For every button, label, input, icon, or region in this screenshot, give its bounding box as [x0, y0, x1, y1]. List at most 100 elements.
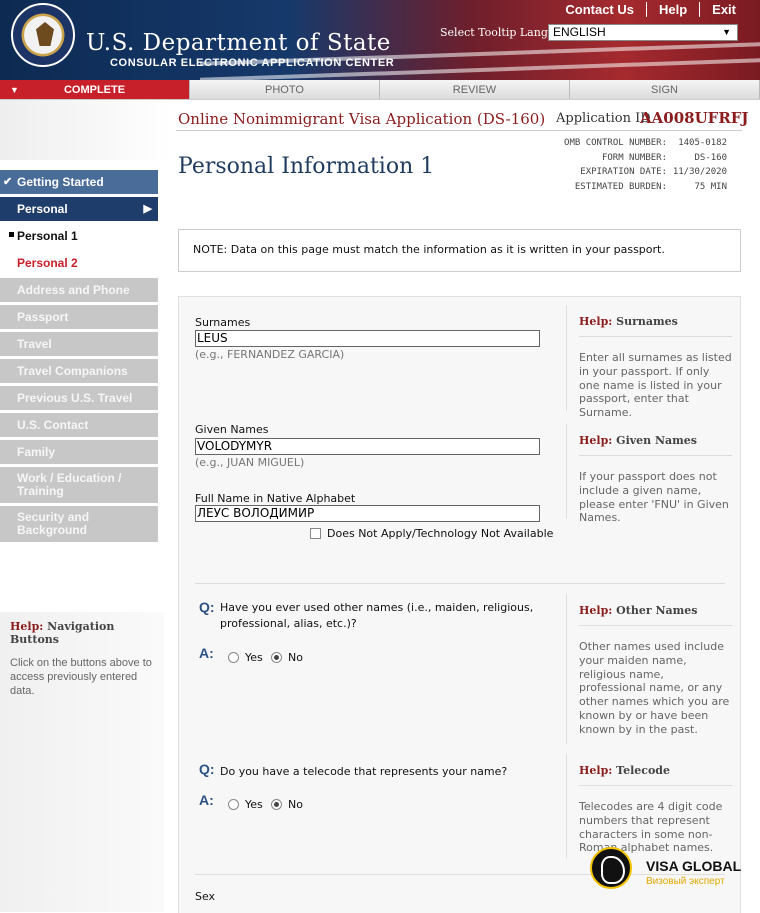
- help-title: Telecode: [616, 764, 670, 777]
- tooltip-language-select[interactable]: ENGLISH ▼: [548, 24, 738, 41]
- surnames-label: Surnames: [195, 316, 251, 329]
- question-marker: Q:: [199, 761, 215, 777]
- help-telecode: Help: Telecode Telecodes are 4 digit cod…: [566, 754, 732, 858]
- native-name-input[interactable]: ЛЕУС ВОЛОДИМИР: [195, 505, 540, 522]
- surnames-example: (e.g., FERNANDEZ GARCIA): [195, 348, 345, 361]
- radio-label: No: [288, 651, 303, 664]
- dropdown-arrow-icon: ▼: [722, 27, 731, 37]
- help-prefix: Help:: [579, 434, 613, 447]
- sidebar-item-personal[interactable]: Personal ▶: [0, 197, 158, 221]
- omb-key: FORM NUMBER:: [601, 152, 667, 163]
- tab-sign[interactable]: SIGN: [570, 80, 760, 99]
- omb-value: 11/30/2020: [672, 167, 727, 177]
- given-names-example: (e.g., JUAN MIGUEL): [195, 456, 305, 469]
- sidebar-item-family[interactable]: Family: [0, 440, 158, 464]
- sidebar-item-passport[interactable]: Passport: [0, 305, 158, 329]
- chevron-right-icon: ▶: [143, 203, 152, 215]
- contact-us-link[interactable]: Contact Us: [553, 2, 646, 17]
- sidebar-item-personal-2[interactable]: Personal 2: [0, 251, 158, 275]
- help-prefix: Help:: [579, 315, 613, 328]
- help-heading: Help: Navigation Buttons: [10, 620, 154, 646]
- help-text: Enter all surnames as listed in your pas…: [579, 351, 732, 420]
- passport-note: NOTE: Data on this page must match the i…: [178, 229, 741, 272]
- omb-key: EXPIRATION DATE:: [580, 167, 667, 177]
- caret-down-icon: ▼: [10, 85, 19, 95]
- tab-label: COMPLETE: [63, 84, 126, 96]
- sidebar-item-personal-1[interactable]: Personal 1: [0, 224, 158, 248]
- radio-icon: [228, 652, 239, 663]
- help-prefix: Help:: [10, 620, 44, 633]
- help-heading: Help: Telecode: [579, 754, 732, 786]
- sidebar-item-travel[interactable]: Travel: [0, 332, 158, 356]
- form-title: Online Nonimmigrant Visa Application (DS…: [178, 110, 546, 128]
- watermark-tagline: Визовый эксперт: [646, 876, 725, 887]
- help-heading: Help: Given Names: [579, 424, 732, 456]
- top-links: Contact Us Help Exit: [553, 2, 748, 17]
- sidebar-item-address-phone[interactable]: Address and Phone: [0, 278, 158, 302]
- application-id: AA008UFRFJ: [640, 109, 749, 127]
- question-marker: Q:: [199, 599, 215, 615]
- exit-link[interactable]: Exit: [699, 2, 748, 17]
- other-names-question: Have you ever used other names (i.e., ma…: [220, 601, 534, 630]
- help-prefix: Help:: [579, 764, 613, 777]
- help-title: Other Names: [616, 604, 698, 617]
- sidebar-item-previous-us-travel[interactable]: Previous U.S. Travel: [0, 386, 158, 410]
- sidebar-item-label: Personal 1: [17, 229, 78, 243]
- radio-selected-icon: [271, 652, 282, 663]
- surnames-input[interactable]: LEUS: [195, 330, 540, 347]
- sidebar-item-travel-companions[interactable]: Travel Companions: [0, 359, 158, 383]
- checkbox-label: Does Not Apply/Technology Not Available: [327, 527, 554, 540]
- help-heading: Help: Other Names: [579, 594, 732, 626]
- given-names-input[interactable]: VOLODYMYR: [195, 438, 540, 455]
- omb-info: OMB CONTROL NUMBER: 1405-0182 FORM NUMBER…: [540, 136, 727, 194]
- sidebar-item-getting-started[interactable]: ✔ Getting Started: [0, 170, 158, 194]
- navigation-help-panel: Help: Navigation Buttons Click on the bu…: [0, 612, 164, 912]
- help-heading: Help: Surnames: [579, 305, 732, 337]
- language-value: ENGLISH: [553, 25, 606, 39]
- help-given-names: Help: Given Names If your passport does …: [566, 424, 732, 524]
- other-names-yes-radio[interactable]: Yes: [228, 651, 263, 664]
- sex-label: Sex: [195, 890, 216, 903]
- sidebar-header-shade: [0, 100, 172, 160]
- tab-complete[interactable]: ▼ COMPLETE: [0, 80, 190, 99]
- omb-value: DS-160: [694, 152, 727, 163]
- application-id-label: Application ID: [556, 111, 651, 126]
- sidebar-item-work-education[interactable]: Work / Education / Training: [0, 467, 158, 503]
- sidebar-item-label: Getting Started: [17, 175, 104, 189]
- radio-label: Yes: [245, 798, 263, 811]
- help-surnames: Help: Surnames Enter all surnames as lis…: [566, 305, 732, 419]
- help-title: Given Names: [616, 434, 697, 447]
- omb-key: OMB CONTROL NUMBER:: [564, 138, 667, 148]
- divider: [176, 130, 742, 131]
- tab-review[interactable]: REVIEW: [380, 80, 570, 99]
- native-name-na-checkbox[interactable]: Does Not Apply/Technology Not Available: [310, 527, 553, 540]
- native-name-label: Full Name in Native Alphabet: [195, 492, 356, 505]
- globe-logo-icon: [590, 847, 632, 889]
- sidebar-item-us-contact[interactable]: U.S. Contact: [0, 413, 158, 437]
- visa-global-watermark: VISA GLOBAL Визовый эксперт: [586, 845, 756, 895]
- radio-label: Yes: [245, 651, 263, 664]
- help-text: If your passport does not include a give…: [579, 470, 729, 525]
- site-header: U.S. Department of State CONSULAR ELECTR…: [0, 0, 760, 80]
- form-panel: Surnames LEUS (e.g., FERNANDEZ GARCIA) G…: [178, 296, 741, 913]
- omb-key: ESTIMATED BURDEN:: [574, 181, 667, 192]
- sidebar-item-security-background[interactable]: Security and Background: [0, 506, 158, 542]
- progress-tabs: ▼ COMPLETE PHOTO REVIEW SIGN: [0, 80, 760, 100]
- given-names-label: Given Names: [195, 423, 269, 436]
- help-link[interactable]: Help: [645, 2, 699, 17]
- telecode-question: Do you have a telecode that represents y…: [220, 765, 508, 778]
- help-text: Click on the buttons above to access pre…: [10, 657, 152, 697]
- telecode-yes-radio[interactable]: Yes: [228, 798, 263, 811]
- divider: [195, 583, 725, 584]
- checkmark-icon: ✔: [3, 176, 13, 188]
- current-page-bullet-icon: [9, 232, 14, 237]
- telecode-no-radio[interactable]: No: [271, 798, 303, 811]
- radio-icon: [228, 799, 239, 810]
- watermark-title: VISA GLOBAL: [646, 858, 742, 874]
- answer-marker: A:: [199, 792, 214, 808]
- other-names-no-radio[interactable]: No: [271, 651, 303, 664]
- omb-value: 75 MIN: [694, 181, 727, 192]
- page-title: Personal Information 1: [178, 154, 435, 179]
- help-prefix: Help:: [579, 604, 613, 617]
- tab-photo[interactable]: PHOTO: [190, 80, 380, 99]
